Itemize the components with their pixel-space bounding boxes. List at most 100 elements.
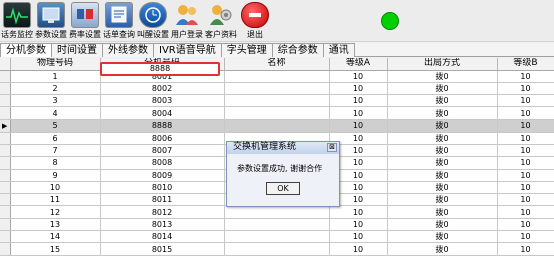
tab-ivr-navigation[interactable]: IVR语音导航 xyxy=(153,43,222,57)
cell-outbound-mode[interactable]: 拨0 xyxy=(387,181,498,195)
cell-level-b[interactable]: 10 xyxy=(497,94,554,108)
cell-physical-number[interactable]: 7 xyxy=(10,144,101,158)
cell-level-a[interactable]: 10 xyxy=(329,106,388,120)
tab-prefix-management[interactable]: 字头管理 xyxy=(220,43,273,57)
cell-extension-number[interactable]: 8002 xyxy=(100,82,225,96)
table-row[interactable]: 1 8001 10 拨0 10 xyxy=(0,70,554,83)
row-selector[interactable] xyxy=(0,205,11,219)
row-selector[interactable] xyxy=(0,156,11,170)
cell-physical-number[interactable]: 8 xyxy=(10,156,101,170)
customer-info-button[interactable]: 客户资料 xyxy=(204,0,238,42)
cell-name[interactable] xyxy=(224,230,330,244)
table-row[interactable]: 4 8004 10 拨0 10 xyxy=(0,106,554,120)
cell-level-b[interactable]: 10 xyxy=(497,144,554,158)
cell-physical-number[interactable]: 4 xyxy=(10,106,101,120)
column-header-level-a[interactable]: 等级A xyxy=(329,58,388,71)
cell-name[interactable] xyxy=(224,70,330,83)
cell-level-b[interactable]: 10 xyxy=(497,242,554,256)
tab-extension-params[interactable]: 分机参数 xyxy=(0,43,52,57)
cell-name[interactable] xyxy=(224,94,330,108)
cell-name[interactable] xyxy=(224,119,330,133)
cell-level-a[interactable]: 10 xyxy=(329,70,388,83)
cell-level-b[interactable]: 10 xyxy=(497,205,554,219)
row-selector[interactable] xyxy=(0,218,11,232)
ok-button[interactable]: OK xyxy=(266,182,300,195)
cell-extension-number[interactable]: 8007 xyxy=(100,144,225,158)
column-header-physical-number[interactable]: 物理号码 xyxy=(10,58,101,71)
row-selector[interactable] xyxy=(0,181,11,195)
cell-level-a[interactable]: 10 xyxy=(329,242,388,256)
table-row[interactable]: 3 8003 10 拨0 10 xyxy=(0,94,554,108)
cell-outbound-mode[interactable]: 拨0 xyxy=(387,169,498,182)
cell-physical-number[interactable]: 2 xyxy=(10,82,101,96)
exit-button[interactable]: 退出 xyxy=(238,0,272,42)
cell-level-b[interactable]: 10 xyxy=(497,193,554,207)
row-selector[interactable] xyxy=(0,144,11,158)
cell-outbound-mode[interactable]: 拨0 xyxy=(387,94,498,108)
cell-level-b[interactable]: 10 xyxy=(497,119,554,133)
cell-physical-number[interactable]: 6 xyxy=(10,132,101,145)
cell-level-b[interactable]: 10 xyxy=(497,70,554,83)
cell-physical-number[interactable]: 3 xyxy=(10,94,101,108)
cell-physical-number[interactable]: 12 xyxy=(10,205,101,219)
cell-extension-number[interactable]: 8003 xyxy=(100,94,225,108)
cell-physical-number[interactable]: 9 xyxy=(10,169,101,182)
cell-outbound-mode[interactable]: 拨0 xyxy=(387,218,498,232)
tab-time-settings[interactable]: 时间设置 xyxy=(51,43,103,57)
row-selector[interactable] xyxy=(0,70,11,83)
cell-outbound-mode[interactable]: 拨0 xyxy=(387,132,498,145)
cell-outbound-mode[interactable]: 拨0 xyxy=(387,70,498,83)
cell-outbound-mode[interactable]: 拨0 xyxy=(387,205,498,219)
row-selector[interactable] xyxy=(0,193,11,207)
cell-level-a[interactable]: 10 xyxy=(329,205,388,219)
cell-extension-number[interactable]: 8008 xyxy=(100,156,225,170)
cell-level-b[interactable]: 10 xyxy=(497,218,554,232)
cell-extension-number[interactable]: 8011 xyxy=(100,193,225,207)
cell-physical-number[interactable]: 11 xyxy=(10,193,101,207)
table-row[interactable]: 15 8015 10 拨0 10 xyxy=(0,242,554,256)
cell-name[interactable] xyxy=(224,242,330,256)
cell-name[interactable] xyxy=(224,82,330,96)
traffic-monitor-button[interactable]: 话务监控 xyxy=(0,0,34,42)
cell-outbound-mode[interactable]: 拨0 xyxy=(387,156,498,170)
row-selector[interactable] xyxy=(0,132,11,145)
cell-level-a[interactable]: 10 xyxy=(329,82,388,96)
cell-extension-number[interactable]: 8006 xyxy=(100,132,225,145)
close-icon[interactable]: ⊠ xyxy=(327,143,337,152)
row-selector[interactable] xyxy=(0,242,11,256)
row-selector[interactable] xyxy=(0,94,11,108)
column-header-level-b[interactable]: 等级B xyxy=(497,58,554,71)
cell-outbound-mode[interactable]: 拨0 xyxy=(387,106,498,120)
cell-outbound-mode[interactable]: 拨0 xyxy=(387,242,498,256)
tab-general-params[interactable]: 综合参数 xyxy=(271,43,324,57)
tab-trunk-params[interactable]: 外线参数 xyxy=(102,43,154,57)
cell-physical-number[interactable]: 1 xyxy=(10,70,101,83)
cell-extension-number[interactable]: 8013 xyxy=(100,218,225,232)
wakeup-settings-button[interactable]: 叫醒设置 xyxy=(136,0,170,42)
cell-level-a[interactable]: 10 xyxy=(329,94,388,108)
cell-level-b[interactable]: 10 xyxy=(497,132,554,145)
rate-settings-button[interactable]: 费率设置 xyxy=(68,0,102,42)
cell-level-a[interactable]: 10 xyxy=(329,119,388,133)
cell-physical-number[interactable]: 15 xyxy=(10,242,101,256)
cell-outbound-mode[interactable]: 拨0 xyxy=(387,144,498,158)
cell-outbound-mode[interactable]: 拨0 xyxy=(387,82,498,96)
cell-extension-number[interactable]: 8004 xyxy=(100,106,225,120)
cell-outbound-mode[interactable]: 拨0 xyxy=(387,193,498,207)
param-settings-button[interactable]: 参数设置 xyxy=(34,0,68,42)
table-row[interactable]: 12 8012 10 拨0 10 xyxy=(0,205,554,219)
row-selector[interactable]: ▶ xyxy=(0,119,11,133)
cell-extension-number[interactable]: 8012 xyxy=(100,205,225,219)
cell-level-a[interactable]: 10 xyxy=(329,218,388,232)
cell-outbound-mode[interactable]: 拨0 xyxy=(387,230,498,244)
row-selector[interactable] xyxy=(0,106,11,120)
cell-outbound-mode[interactable]: 拨0 xyxy=(387,119,498,133)
row-selector[interactable] xyxy=(0,169,11,182)
cell-level-b[interactable]: 10 xyxy=(497,169,554,182)
cell-extension-number[interactable]: 8010 xyxy=(100,181,225,195)
cell-extension-number[interactable]: 8014 xyxy=(100,230,225,244)
table-row[interactable]: 2 8002 10 拨0 10 xyxy=(0,82,554,96)
cell-level-b[interactable]: 10 xyxy=(497,181,554,195)
extension-number-edit-input[interactable]: 8888 xyxy=(100,62,220,76)
table-row[interactable]: 14 8014 10 拨0 10 xyxy=(0,230,554,244)
